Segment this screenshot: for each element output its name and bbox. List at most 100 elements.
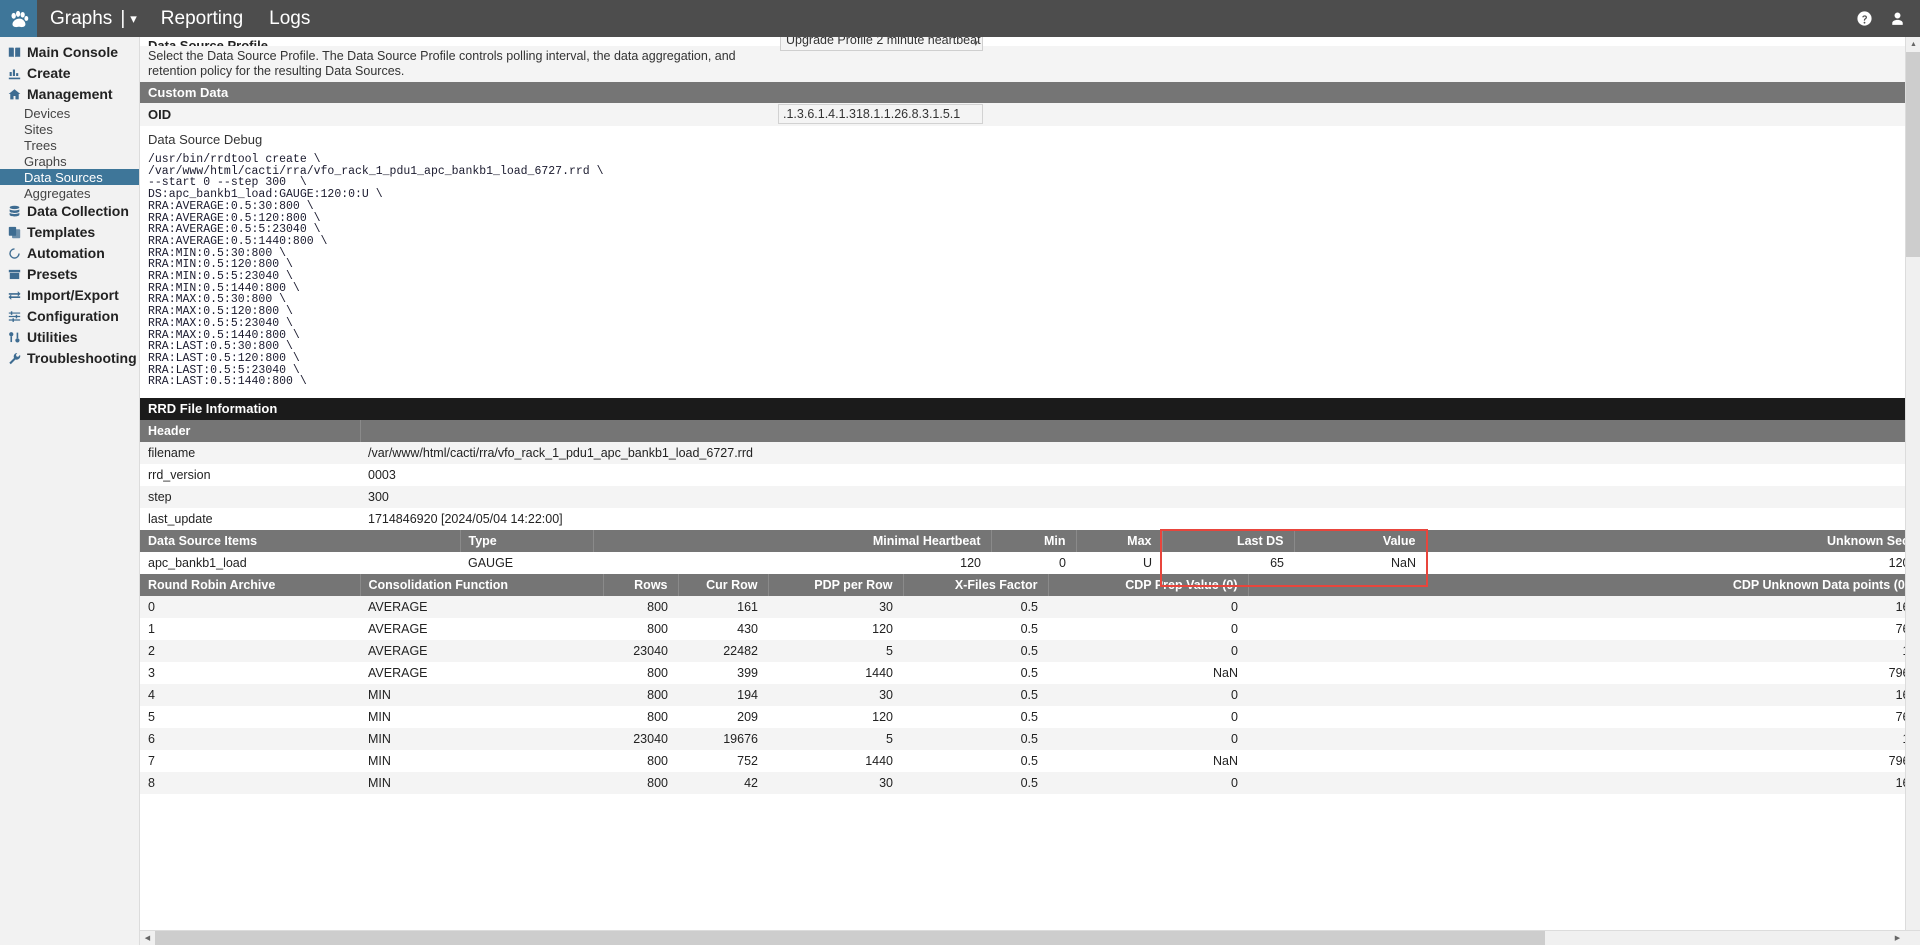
rra-cur-row: 194 bbox=[678, 684, 768, 707]
sidebar-item-utilities[interactable]: Utilities bbox=[0, 327, 139, 347]
nav-item-logs[interactable]: Logs bbox=[256, 0, 323, 37]
chevron-down-icon: ▾ bbox=[973, 38, 978, 48]
nav-item-reporting[interactable]: Reporting bbox=[148, 0, 256, 37]
table-row[interactable]: 8 MIN 800 42 30 0.5 0 16 bbox=[140, 772, 1920, 795]
sidebar-item-troubleshooting[interactable]: Troubleshooting bbox=[0, 348, 139, 368]
rrd-value: /var/www/html/cacti/rra/vfo_rack_1_pdu1_… bbox=[360, 442, 1920, 465]
rra-index: 4 bbox=[140, 684, 360, 707]
chevron-down-icon[interactable]: ▾ bbox=[127, 11, 148, 27]
ds-item-unknown-sec: 120 bbox=[1426, 552, 1920, 575]
horizontal-scrollbar-thumb[interactable] bbox=[155, 931, 1545, 945]
rra-cur-row: 42 bbox=[678, 772, 768, 795]
rra-consolidation: MIN bbox=[360, 684, 603, 707]
table-row[interactable]: rrd_version 0003 bbox=[140, 464, 1920, 487]
nav-item-graphs[interactable]: Graphs bbox=[37, 8, 118, 30]
table-row[interactable]: 6MIN230401967650.501 bbox=[140, 728, 1920, 751]
sidebar-item-label: Sites bbox=[24, 121, 53, 137]
rra-cur-row: 22482 bbox=[678, 640, 768, 663]
column-header-min: Min bbox=[991, 530, 1077, 553]
column-header-type: Type bbox=[460, 530, 594, 553]
sidebar-item-graphs[interactable]: Graphs bbox=[0, 153, 139, 169]
rra-cdp-unknown: 76 bbox=[1248, 618, 1920, 641]
sidebar-item-label: Create bbox=[27, 65, 71, 81]
user-icon[interactable] bbox=[1889, 10, 1906, 27]
scroll-up-arrow-icon[interactable]: ▲ bbox=[1906, 37, 1920, 52]
table-row[interactable]: apc_bankb1_load GAUGE 120 0 U 65 NaN 120 bbox=[140, 552, 1920, 575]
sidebar-item-label: Graphs bbox=[24, 153, 67, 169]
book-icon bbox=[8, 46, 27, 59]
rra-index: 8 bbox=[140, 772, 360, 795]
sidebar-item-data-sources[interactable]: Data Sources bbox=[0, 169, 139, 185]
sidebar-item-trees[interactable]: Trees bbox=[0, 137, 139, 153]
table-row[interactable]: 7 MIN 800 752 1440 0.5 NaN 796 bbox=[140, 750, 1920, 773]
scroll-left-arrow-icon[interactable]: ◀ bbox=[140, 931, 155, 945]
sidebar-item-label: Presets bbox=[27, 266, 78, 282]
table-row[interactable]: 5 MIN 800 209 120 0.5 0 76 bbox=[140, 706, 1920, 729]
rra-cdp-prep: 0 bbox=[1048, 596, 1248, 619]
sidebar-item-presets[interactable]: Presets bbox=[0, 264, 139, 284]
rra-rows: 800 bbox=[603, 618, 678, 641]
table-row[interactable]: 1 AVERAGE 800 430 120 0.5 0 76 bbox=[140, 618, 1920, 641]
table-row[interactable]: filename /var/www/html/cacti/rra/vfo_rac… bbox=[140, 442, 1920, 465]
rrd-file-information-header: RRD File Information bbox=[140, 398, 1920, 421]
table-row[interactable]: 4 MIN 800 194 30 0.5 0 16 bbox=[140, 684, 1920, 707]
sidebar-item-data-collection[interactable]: Data Collection bbox=[0, 201, 139, 221]
help-icon[interactable] bbox=[1856, 10, 1873, 27]
sidebar-item-label: Trees bbox=[24, 137, 57, 153]
sidebar-item-aggregates[interactable]: Aggregates bbox=[0, 185, 139, 201]
exchange-icon bbox=[8, 289, 27, 302]
rra-index: 1 bbox=[140, 618, 360, 641]
vertical-scrollbar-thumb[interactable] bbox=[1906, 52, 1920, 257]
paw-icon bbox=[10, 10, 28, 27]
rrd-value: 300 bbox=[360, 486, 1920, 509]
sidebar-item-devices[interactable]: Devices bbox=[0, 105, 139, 121]
horizontal-scrollbar[interactable]: ◀ ▶ bbox=[140, 930, 1920, 945]
sidebar-item-main-console[interactable]: Main Console bbox=[0, 42, 139, 62]
vertical-scrollbar[interactable]: ▲ ▼ bbox=[1905, 37, 1920, 945]
rra-consolidation: MIN bbox=[360, 706, 603, 729]
rra-cur-row: 209 bbox=[678, 706, 768, 729]
rra-index: 0 bbox=[140, 596, 360, 619]
sidebar-item-import-export[interactable]: Import/Export bbox=[0, 285, 139, 305]
column-header-value: Value bbox=[1294, 530, 1427, 553]
rra-index: 3 bbox=[140, 662, 360, 685]
rra-pdp-per-row: 5 bbox=[768, 640, 903, 663]
sidebar-item-templates[interactable]: Templates bbox=[0, 222, 139, 242]
wrench-icon bbox=[8, 352, 27, 365]
table-row[interactable]: 0 AVERAGE 800 161 30 0.5 0 16 bbox=[140, 596, 1920, 619]
rra-pdp-per-row: 120 bbox=[768, 706, 903, 729]
rra-cdp-prep: 0 bbox=[1048, 706, 1248, 729]
rrd-key: rrd_version bbox=[140, 464, 360, 487]
ds-item-value: NaN bbox=[1294, 552, 1426, 575]
data-source-profile-select[interactable]: Upgrade Profile 2 minute heartbeat ▾ bbox=[780, 37, 983, 51]
rra-cdp-unknown: 76 bbox=[1248, 706, 1920, 729]
scroll-right-arrow-icon[interactable]: ▶ bbox=[1890, 931, 1905, 945]
oid-input[interactable] bbox=[778, 104, 983, 124]
nav-item-logs-label: Logs bbox=[269, 7, 311, 29]
sidebar-item-automation[interactable]: Automation bbox=[0, 243, 139, 263]
sidebar-item-label: Configuration bbox=[27, 308, 119, 324]
rra-consolidation: MIN bbox=[360, 750, 603, 773]
rra-rows: 800 bbox=[603, 772, 678, 795]
rra-cur-row: 399 bbox=[678, 662, 768, 685]
table-row[interactable]: 2AVERAGE230402248250.501 bbox=[140, 640, 1920, 663]
column-header-rows: Rows bbox=[603, 574, 679, 597]
data-source-items-table: Data Source Items Type Minimal Heartbeat… bbox=[140, 530, 1920, 575]
rra-cdp-unknown: 16 bbox=[1248, 596, 1920, 619]
rra-index: 5 bbox=[140, 706, 360, 729]
column-header-minimal-heartbeat: Minimal Heartbeat bbox=[593, 530, 992, 553]
sidebar-item-sites[interactable]: Sites bbox=[0, 121, 139, 137]
sidebar-item-configuration[interactable]: Configuration bbox=[0, 306, 139, 326]
table-row[interactable]: 3 AVERAGE 800 399 1440 0.5 NaN 796 bbox=[140, 662, 1920, 685]
rra-cdp-unknown: 16 bbox=[1248, 684, 1920, 707]
column-header-cdp-unknown-data-points: CDP Unknown Data points (0) bbox=[1248, 574, 1920, 597]
sidebar-item-label: Troubleshooting bbox=[27, 350, 137, 366]
table-row[interactable]: step 300 bbox=[140, 486, 1920, 509]
sidebar-item-create[interactable]: Create bbox=[0, 63, 139, 83]
table-row[interactable]: last_update 1714846920 [2024/05/04 14:22… bbox=[140, 508, 1920, 531]
column-header-pdp-per-row: PDP per Row bbox=[768, 574, 904, 597]
sidebar-item-management[interactable]: Management bbox=[0, 84, 139, 104]
cacti-logo[interactable] bbox=[0, 0, 37, 37]
data-source-profile-select-wrapper: Upgrade Profile 2 minute heartbeat ▾ bbox=[780, 37, 983, 51]
rra-consolidation: AVERAGE bbox=[360, 662, 603, 685]
